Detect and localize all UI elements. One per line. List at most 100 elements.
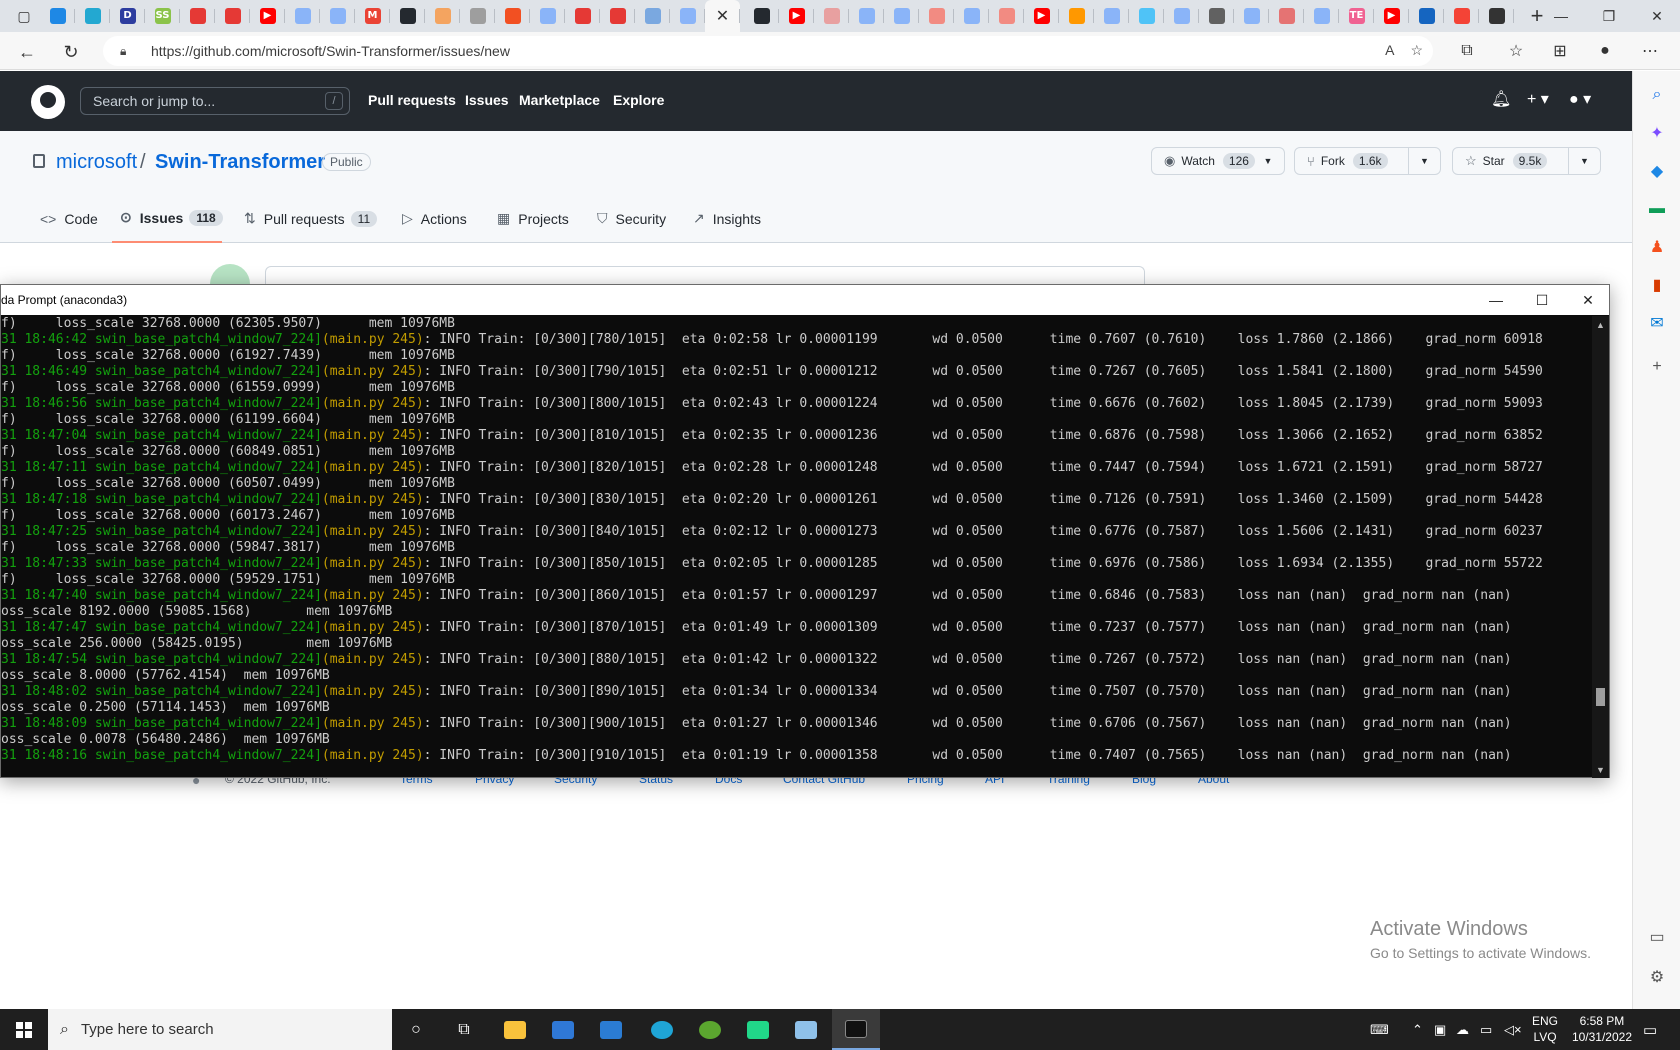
tab-issues[interactable]: ⊙ Issues 118 [112, 194, 223, 243]
console-scrollbar[interactable]: ▲ ▼ [1592, 316, 1609, 778]
tab-security[interactable]: ⛉ Security [597, 194, 666, 243]
onedrive-icon[interactable]: ☁ [1456, 1009, 1469, 1050]
keyboard-icon[interactable]: ⌨ [1370, 1009, 1389, 1050]
star-dropdown-icon[interactable]: ▼ [1568, 147, 1600, 175]
nav-explore[interactable]: Explore [613, 92, 664, 108]
mail-icon[interactable] [587, 1009, 635, 1050]
favorite-add-icon[interactable]: ☆ [1410, 42, 1423, 59]
browser-tab[interactable] [40, 0, 75, 32]
tab-projects[interactable]: ▦ Projects [497, 194, 569, 243]
user-avatar[interactable]: ● ▾ [1569, 89, 1591, 109]
volume-icon[interactable]: ◁× [1504, 1009, 1522, 1050]
browser-tab[interactable] [1129, 0, 1164, 32]
clock[interactable]: 6:58 PM 10/31/2022 [1572, 1013, 1632, 1045]
browser-tab[interactable]: ▶ [1024, 0, 1059, 32]
toolbox-icon[interactable]: ▬ [1645, 197, 1669, 221]
favorites-icon[interactable]: ☆ [1505, 40, 1527, 62]
nav-issues[interactable]: Issues [465, 92, 509, 108]
star-button[interactable]: ☆ Star 9.5k ▼ [1452, 147, 1601, 175]
browser-tab[interactable] [635, 0, 670, 32]
browser-tab[interactable] [565, 0, 600, 32]
minimize-icon[interactable]: — [1538, 0, 1584, 32]
console-title-bar[interactable]: da Prompt (anaconda3) — ☐ ✕ [1, 285, 1609, 315]
browser-tab[interactable] [744, 0, 779, 32]
browser-tab[interactable]: M [355, 0, 390, 32]
browser-tab[interactable]: ▶ [1374, 0, 1409, 32]
collections-icon[interactable]: ⊞ [1549, 40, 1571, 62]
browser-tab[interactable] [919, 0, 954, 32]
outlook-icon[interactable]: ✉ [1645, 311, 1669, 335]
fork-dropdown-icon[interactable]: ▼ [1408, 147, 1440, 175]
office-icon[interactable]: ▮ [1645, 273, 1669, 297]
browser-tab[interactable] [460, 0, 495, 32]
split-screen-icon[interactable]: ▭ [1645, 925, 1669, 949]
browser-tab[interactable] [1479, 0, 1514, 32]
console-close-icon[interactable]: ✕ [1565, 285, 1611, 315]
pycharm-icon[interactable] [734, 1009, 782, 1050]
taskbar-search-box[interactable]: ⌕ Type here to search [48, 1009, 392, 1050]
utorrent-icon[interactable] [686, 1009, 734, 1050]
tab-insights[interactable]: ↗ Insights [693, 194, 761, 243]
browser-tab[interactable] [285, 0, 320, 32]
refresh-icon[interactable]: ↻ [58, 39, 84, 65]
nav-pull-requests[interactable]: Pull requests [368, 92, 456, 108]
more-menu-icon[interactable]: ⋯ [1639, 40, 1661, 62]
file-explorer-icon[interactable] [491, 1009, 539, 1050]
task-view-icon[interactable]: ⧉ [440, 1009, 488, 1050]
meet-now-icon[interactable]: ▣ [1434, 1009, 1446, 1050]
language-indicator[interactable]: ENG LVQ [1532, 1013, 1558, 1045]
browser-tab[interactable] [215, 0, 250, 32]
browser-tab[interactable] [390, 0, 425, 32]
store-icon[interactable] [539, 1009, 587, 1050]
browser-tab[interactable]: TE [1339, 0, 1374, 32]
browser-tab[interactable] [600, 0, 635, 32]
create-new-icon[interactable]: + ▾ [1527, 89, 1549, 109]
browser-tab[interactable] [1409, 0, 1444, 32]
close-window-icon[interactable]: ✕ [1634, 0, 1680, 32]
tab-actions[interactable]: ▷ Actions [402, 194, 467, 243]
watch-dropdown-icon[interactable]: ▼ [1252, 147, 1284, 175]
browser-tab[interactable] [530, 0, 565, 32]
watch-button[interactable]: ◉ Watch 126 ▼ [1151, 147, 1285, 175]
tab-code[interactable]: <> Code [40, 194, 98, 243]
console-output[interactable]: f) loss_scale 32768.0000 (62305.9507) me… [1, 316, 1593, 778]
browser-tab[interactable] [1164, 0, 1199, 32]
extensions-icon[interactable]: ⧉ [1456, 40, 1478, 62]
fork-button[interactable]: ⑂ Fork 1.6k ▼ [1294, 147, 1441, 175]
restore-icon[interactable]: ❐ [1586, 0, 1632, 32]
browser-tab[interactable] [1234, 0, 1269, 32]
cortana-icon[interactable]: ○ [392, 1009, 440, 1050]
browser-tab[interactable] [180, 0, 215, 32]
scroll-thumb[interactable] [1596, 688, 1605, 706]
repo-owner-link[interactable]: microsoft [56, 151, 137, 174]
browser-tab[interactable]: SS [145, 0, 180, 32]
add-icon[interactable]: + [1645, 355, 1669, 379]
browser-tab[interactable] [1304, 0, 1339, 32]
url-field[interactable]: 🔒︎ https://github.com/microsoft/Swin-Tra… [103, 36, 1433, 66]
browser-tab[interactable] [495, 0, 530, 32]
search-icon[interactable]: ⌕ [1645, 83, 1669, 107]
profile-icon[interactable]: ● [1594, 40, 1616, 62]
browser-tab[interactable] [954, 0, 989, 32]
back-icon[interactable]: ← [14, 39, 40, 65]
scroll-up-icon[interactable]: ▲ [1592, 316, 1609, 333]
anaconda-prompt-window[interactable]: da Prompt (anaconda3) — ☐ ✕ f) loss_scal… [0, 284, 1610, 778]
github-logo-icon[interactable] [31, 85, 65, 119]
browser-tab[interactable] [1094, 0, 1129, 32]
browser-tab[interactable] [1269, 0, 1304, 32]
tab-actions-icon[interactable]: ▢ [12, 4, 36, 28]
browser-tab[interactable] [1444, 0, 1479, 32]
browser-tab-active[interactable]: ✕ [705, 0, 740, 32]
browser-tab[interactable]: ▶ [779, 0, 814, 32]
terminal-app-icon[interactable] [832, 1009, 880, 1050]
console-minimize-icon[interactable]: — [1473, 285, 1519, 315]
sparkle-icon[interactable]: ✦ [1645, 121, 1669, 145]
tab-pull-requests[interactable]: ⇅ Pull requests 11 [244, 194, 378, 243]
repo-name-link[interactable]: Swin-Transformer [155, 151, 325, 174]
browser-tab[interactable] [1199, 0, 1234, 32]
close-tab-icon[interactable]: ✕ [715, 8, 731, 24]
browser-tab[interactable] [75, 0, 110, 32]
games-icon[interactable]: ♟ [1645, 235, 1669, 259]
issue-form-box[interactable] [265, 266, 1145, 286]
browser-tab[interactable]: ▶ [250, 0, 285, 32]
